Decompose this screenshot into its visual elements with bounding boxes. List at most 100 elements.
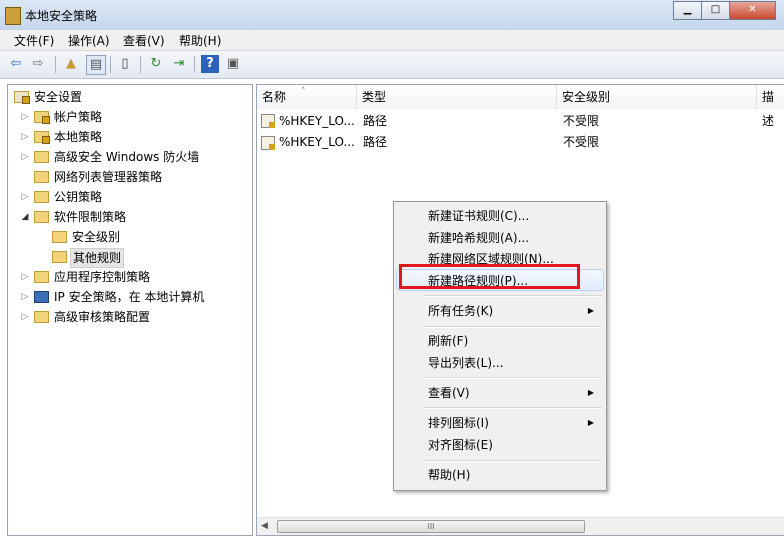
expand-icon[interactable]: ▷ <box>20 148 30 166</box>
tree-pane: 安全设置 ▷ 帐户策略 ▷ 本地策略 ▷ 高级安全 Windows 防火墙 网络… <box>7 84 253 536</box>
column-header-label: 类型 <box>362 90 387 104</box>
context-menu: 新建证书规则(C)... 新建哈希规则(A)... 新建网络区域规则(N)...… <box>393 201 607 491</box>
expand-icon[interactable]: ▷ <box>20 188 30 206</box>
refresh-icon[interactable]: ↻ <box>147 55 165 73</box>
back-icon[interactable]: ⇦ <box>7 55 25 73</box>
path-rule-icon <box>261 114 275 128</box>
toolbar-separator <box>55 56 56 73</box>
expand-icon[interactable]: ▷ <box>20 108 30 126</box>
menu-separator <box>424 460 602 462</box>
column-header-name[interactable]: 名称 ˄ <box>257 85 357 109</box>
column-header-label: 描述 <box>762 90 775 128</box>
row-level: 不受限 <box>563 114 600 128</box>
column-header-label: 名称 <box>262 90 287 104</box>
row-name: %HKEY_LO... <box>279 114 355 128</box>
properties-icon[interactable]: ▯ <box>116 55 134 73</box>
collapse-icon[interactable]: ◢ <box>20 208 30 226</box>
folder-icon <box>34 311 49 323</box>
scrollbar-thumb[interactable]: III <box>277 520 585 533</box>
tree-item-network-list[interactable]: 网络列表管理器策略 <box>20 168 220 186</box>
minimize-button[interactable]: ▁ <box>673 1 702 20</box>
window-title: 本地安全策略 <box>25 9 98 23</box>
column-header-security-level[interactable]: 安全级别 <box>557 85 757 109</box>
tree-item-label: 高级安全 Windows 防火墙 <box>54 150 200 164</box>
highlight-annotation-box <box>399 264 580 289</box>
menu-help[interactable]: 帮助(H) <box>396 464 604 486</box>
path-rule-icon <box>261 136 275 150</box>
tree-item-additional-rules[interactable]: 其他规则 <box>52 248 212 268</box>
menu-item-label: 帮助(H) <box>428 468 471 482</box>
row-type: 路径 <box>363 135 388 149</box>
tree-item-firewall[interactable]: ▷ 高级安全 Windows 防火墙 <box>20 148 248 166</box>
maximize-button[interactable]: □ <box>701 1 730 20</box>
menu-help[interactable]: 帮助(H) <box>179 32 221 49</box>
folder-icon <box>52 231 67 243</box>
forward-icon[interactable]: ⇨ <box>29 55 47 73</box>
menu-item-label: 导出列表(L)... <box>428 356 504 370</box>
row-name: %HKEY_LO... <box>279 135 355 149</box>
menu-refresh[interactable]: 刷新(F) <box>396 330 604 352</box>
security-settings-icon <box>14 91 30 104</box>
menu-export-list[interactable]: 导出列表(L)... <box>396 352 604 374</box>
menu-all-tasks[interactable]: 所有任务(K) ▶ <box>396 300 604 322</box>
toolbar-separator <box>140 56 141 73</box>
show-hide-tree-icon[interactable]: ▤ <box>86 55 106 75</box>
menu-item-label: 所有任务(K) <box>428 304 494 318</box>
submenu-arrow-icon: ▶ <box>587 388 594 397</box>
help-icon[interactable]: ? <box>201 55 219 73</box>
tree-item-software-restriction[interactable]: ◢ 软件限制策略 <box>20 208 220 226</box>
close-button[interactable]: ✕ <box>729 1 776 20</box>
menu-view[interactable]: 查看(V) <box>123 32 165 49</box>
menu-item-label: 新建证书规则(C)... <box>428 209 530 223</box>
tree-item-account-policy[interactable]: ▷ 帐户策略 <box>20 108 220 126</box>
menu-arrange-icons[interactable]: 排列图标(I) ▶ <box>396 412 604 434</box>
up-folder-icon[interactable]: ▲ <box>62 55 80 73</box>
menu-bar: 文件(F) 操作(A) 查看(V) 帮助(H) <box>0 30 784 51</box>
menu-file[interactable]: 文件(F) <box>14 32 54 49</box>
row-type: 路径 <box>363 114 388 128</box>
column-header-description[interactable]: 描述 <box>757 85 784 128</box>
tree-item-label: 公钥策略 <box>54 190 103 204</box>
column-header-type[interactable]: 类型 <box>357 85 557 109</box>
column-header-label: 安全级别 <box>562 90 611 104</box>
menu-align-icons[interactable]: 对齐图标(E) <box>396 434 604 456</box>
menu-separator <box>424 377 602 379</box>
tree-item-label: IP 安全策略，在 本地计算机 <box>54 290 205 304</box>
submenu-arrow-icon: ▶ <box>587 418 594 427</box>
tree-root-label: 安全设置 <box>34 90 83 104</box>
horizontal-scrollbar[interactable]: ◀ III <box>257 517 784 535</box>
tree-item-local-policy[interactable]: ▷ 本地策略 <box>20 128 220 146</box>
menu-item-label: 查看(V) <box>428 386 470 400</box>
tree-item-label: 应用程序控制策略 <box>54 270 151 284</box>
folder-icon <box>34 211 49 223</box>
menu-separator <box>424 326 602 328</box>
menu-item-label: 刷新(F) <box>428 334 469 348</box>
menu-new-hash-rule[interactable]: 新建哈希规则(A)... <box>396 227 604 249</box>
scroll-left-icon[interactable]: ◀ <box>261 521 268 531</box>
menu-view[interactable]: 查看(V) ▶ <box>396 382 604 404</box>
sort-ascending-icon: ˄ <box>301 87 306 97</box>
expand-icon[interactable]: ▷ <box>20 128 30 146</box>
expand-icon[interactable]: ▷ <box>20 288 30 306</box>
security-policy-icon <box>5 7 21 25</box>
row-level: 不受限 <box>563 135 600 149</box>
expand-icon[interactable]: ▷ <box>20 268 30 286</box>
tree-item-advanced-audit[interactable]: ▷ 高级审核策略配置 <box>20 308 220 326</box>
menu-item-label: 排列图标(I) <box>428 416 489 430</box>
expand-icon[interactable]: ▷ <box>20 308 30 326</box>
folder-icon <box>34 151 49 163</box>
tree-item-ip-security[interactable]: ▷ IP 安全策略，在 本地计算机 <box>20 288 250 306</box>
menu-action[interactable]: 操作(A) <box>68 32 110 49</box>
tree-item-public-key[interactable]: ▷ 公钥策略 <box>20 188 220 206</box>
tree-item-label: 软件限制策略 <box>54 210 127 224</box>
menu-item-label: 新建哈希规则(A)... <box>428 231 530 245</box>
tree-item-security-levels[interactable]: 安全级别 <box>52 228 212 246</box>
tree-item-label-selected: 其他规则 <box>70 248 125 268</box>
export-list-icon[interactable]: ⇥ <box>170 55 188 73</box>
tree-item-label: 本地策略 <box>54 130 103 144</box>
menu-new-certificate-rule[interactable]: 新建证书规则(C)... <box>396 205 604 227</box>
tree-item-app-control[interactable]: ▷ 应用程序控制策略 <box>20 268 220 286</box>
tree-item-label: 帐户策略 <box>54 110 103 124</box>
console-icon[interactable]: ▣ <box>224 55 242 73</box>
folder-icon <box>34 111 50 124</box>
